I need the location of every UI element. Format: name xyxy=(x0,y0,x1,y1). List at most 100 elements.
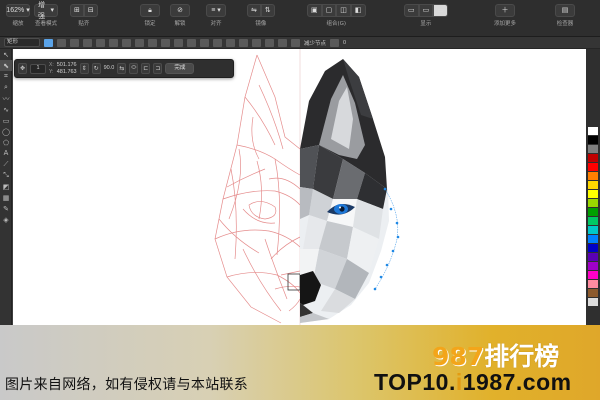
break-apart-button[interactable]: ◧ xyxy=(350,4,366,17)
drop-shadow-icon[interactable]: ◩ xyxy=(0,181,12,192)
artistic-media-icon[interactable]: ∿ xyxy=(0,104,12,115)
node-edit-panel: ✥ 1 X: Y: 501.176 481.763 ⇕ ↻ 90.0 ⇆ ⬭ ⊏… xyxy=(14,59,234,78)
color-swatch[interactable] xyxy=(588,235,598,243)
color-swatch[interactable] xyxy=(588,244,598,252)
eyedropper-tool-icon[interactable]: ✎ xyxy=(0,203,12,214)
smoothness-value[interactable]: 0 xyxy=(343,40,346,46)
symmetric-icon[interactable] xyxy=(161,38,170,47)
crop-tool-icon[interactable]: ⌗ xyxy=(0,71,12,82)
close-curve-icon[interactable] xyxy=(213,38,222,47)
align-nodes-icon[interactable] xyxy=(252,38,261,47)
lock-button[interactable]: 🔒︎ xyxy=(140,4,160,17)
reverse-icon[interactable] xyxy=(174,38,183,47)
extract-icon[interactable] xyxy=(200,38,209,47)
curve-icon[interactable] xyxy=(122,38,131,47)
ellipse-tool-icon[interactable]: ◯ xyxy=(0,126,12,137)
text-tool-icon[interactable]: A xyxy=(0,148,12,159)
group-button[interactable]: ▣ xyxy=(307,4,322,17)
lock-ratio-icon[interactable]: ⇕ xyxy=(79,63,89,74)
connector-tool-icon[interactable]: ⤡ xyxy=(0,170,12,181)
color-swatch[interactable] xyxy=(588,136,598,144)
elastic-mode-icon[interactable] xyxy=(291,38,300,47)
view-mode-group: 增强 ▾ 查看模式 xyxy=(34,2,58,28)
zoom-select[interactable]: 162% ▾ xyxy=(6,4,30,17)
node-count[interactable]: 1 xyxy=(30,63,46,74)
rotate-icon[interactable] xyxy=(239,38,248,47)
color-swatch[interactable] xyxy=(588,181,598,189)
snap-button-2[interactable]: ⊟ xyxy=(83,4,98,17)
color-swatch[interactable] xyxy=(588,298,598,306)
add-more-group: ＋ 添加更多 xyxy=(494,4,516,28)
stretch-icon[interactable] xyxy=(226,38,235,47)
node-type-icon[interactable] xyxy=(44,38,53,47)
add-node-icon[interactable] xyxy=(57,38,66,47)
display-button-1[interactable]: ▭ xyxy=(404,4,419,17)
unlock-label: 解锁 xyxy=(174,21,186,27)
view-mode-select[interactable]: 增强 ▾ xyxy=(34,2,58,20)
delete-node-icon[interactable] xyxy=(70,38,79,47)
done-button[interactable]: 完成 xyxy=(165,63,195,74)
toolbox: ↖ ⬉ ⌗ ⌕ 〰 ∿ ▭ ◯ ⬠ A ⟋ ⤡ ◩ ▦ ✎ ◈ xyxy=(0,49,12,325)
color-swatch[interactable] xyxy=(588,271,598,279)
display-button-2[interactable]: ▭ xyxy=(418,4,434,17)
snap-button-1[interactable]: ⊞ xyxy=(70,4,84,17)
x-position-field[interactable]: 501.176 xyxy=(57,62,77,69)
align-button[interactable]: ≡ ▾ xyxy=(206,4,226,17)
zoom-tool-icon[interactable]: ⌕ xyxy=(0,82,12,93)
brand-text: 排行榜 xyxy=(484,342,560,371)
group-label: 组合(G) xyxy=(326,21,347,27)
color-swatch[interactable] xyxy=(588,172,598,180)
fill-tool-icon[interactable]: ◈ xyxy=(0,214,12,225)
extend-icon[interactable] xyxy=(187,38,196,47)
polygon-tool-icon[interactable]: ⬠ xyxy=(0,137,12,148)
cusp-icon[interactable] xyxy=(135,38,144,47)
smooth-icon[interactable] xyxy=(148,38,157,47)
mode-select[interactable]: 矩形 xyxy=(4,38,40,47)
join-nodes-icon[interactable] xyxy=(83,38,92,47)
line-icon[interactable] xyxy=(109,38,118,47)
drawing-canvas[interactable] xyxy=(13,49,586,325)
parallel-dimension-icon[interactable]: ⟋ xyxy=(0,159,12,170)
color-swatch[interactable] xyxy=(588,253,598,261)
color-swatch[interactable] xyxy=(588,280,598,288)
reduce-nodes-button[interactable]: 减少节点 xyxy=(304,39,326,47)
break-curve-icon[interactable] xyxy=(96,38,105,47)
unlock-button[interactable]: ⊘ xyxy=(170,4,190,17)
display-button-3[interactable]: ▭ xyxy=(433,4,448,17)
mirror-h-button[interactable]: ⇋ xyxy=(247,4,261,17)
rectangle-tool-icon[interactable]: ▭ xyxy=(0,115,12,126)
freehand-tool-icon[interactable]: 〰 xyxy=(0,93,12,104)
y-position-field[interactable]: 481.763 xyxy=(57,69,77,76)
color-swatch[interactable] xyxy=(588,217,598,225)
color-swatch[interactable] xyxy=(588,208,598,216)
color-swatch[interactable] xyxy=(588,199,598,207)
wolf-wireframe xyxy=(214,54,301,324)
cut-icon[interactable]: ⊏ xyxy=(141,63,151,74)
color-swatch[interactable] xyxy=(588,163,598,171)
ellipse-shape-icon[interactable]: ⬭ xyxy=(129,63,139,74)
logo-text-start: TOP10. xyxy=(374,369,456,395)
mirror-label: 镜像 xyxy=(255,21,267,27)
combine-button[interactable]: ◫ xyxy=(336,4,351,17)
color-swatch[interactable] xyxy=(588,154,598,162)
reflect-icon[interactable]: ⇆ xyxy=(117,63,127,74)
extract-subpath-icon[interactable]: ⊐ xyxy=(153,63,163,74)
color-swatch[interactable] xyxy=(588,145,598,153)
ungroup-button[interactable]: ▢ xyxy=(321,4,337,17)
app-window: 162% ▾ 缩放 增强 ▾ 查看模式 ⊞ ⊟ 贴齐 🔒︎ 锁定 ⊘ 解锁 ≡ ▾ 对… xyxy=(0,0,600,400)
rotate-nodes-icon[interactable]: ↻ xyxy=(91,63,101,74)
color-swatch[interactable] xyxy=(588,262,598,270)
mirror-nodes-icon[interactable] xyxy=(265,38,274,47)
transparency-tool-icon[interactable]: ▦ xyxy=(0,192,12,203)
color-swatch[interactable] xyxy=(588,190,598,198)
rotation-angle-field[interactable]: 90.0 xyxy=(104,65,115,72)
add-more-button[interactable]: ＋ xyxy=(495,4,515,17)
color-swatch[interactable] xyxy=(588,289,598,297)
select-all-icon[interactable] xyxy=(278,38,287,47)
mirror-v-button[interactable]: ⇅ xyxy=(260,4,275,17)
color-swatch[interactable] xyxy=(588,226,598,234)
shape-tool-icon[interactable]: ⬉ xyxy=(0,60,12,71)
inspector-button[interactable]: ▤ xyxy=(555,4,575,17)
pick-tool-icon[interactable]: ↖ xyxy=(0,49,12,60)
color-swatch[interactable] xyxy=(588,127,598,135)
